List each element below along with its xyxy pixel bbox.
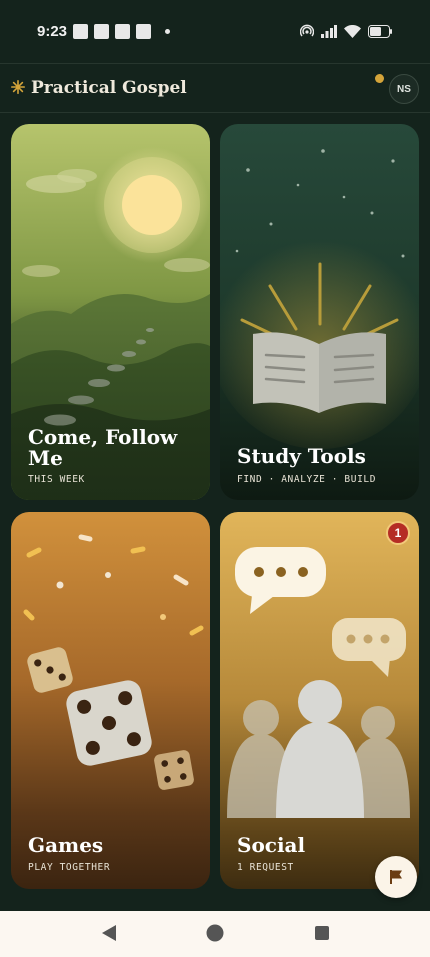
notification-badge: 1 [386, 521, 410, 545]
status-bar: 9:23 [0, 0, 430, 62]
status-time: 9:23 [37, 23, 68, 40]
card-subtitle: 1 REQUEST [237, 862, 294, 873]
notification-icons [73, 24, 170, 39]
report-flag-button[interactable] [375, 856, 417, 898]
games-card[interactable]: Games PLAY TOGETHER [11, 512, 210, 889]
app-title: Practical Gospel [31, 78, 187, 98]
card-subtitle: PLAY TOGETHER [28, 862, 111, 873]
avatar[interactable]: NS [389, 74, 419, 104]
wifi-icon [344, 24, 361, 38]
dropbox-icon [94, 24, 109, 39]
card-subtitle: FIND · ANALYZE · BUILD [237, 474, 377, 485]
system-icons [300, 24, 392, 38]
amazon-icon [136, 24, 151, 39]
home-icon[interactable] [206, 923, 224, 943]
study-tools-card[interactable]: Study Tools FIND · ANALYZE · BUILD [220, 124, 419, 500]
system-navigation-bar [0, 911, 430, 957]
calendar-icon [115, 24, 130, 39]
come-follow-me-card[interactable]: Come, Follow Me THIS WEEK [11, 124, 210, 500]
ring-app-icon [73, 24, 88, 39]
recents-icon[interactable] [314, 923, 330, 943]
hotspot-icon [300, 24, 314, 37]
signal-icon [321, 24, 337, 38]
battery-icon [368, 24, 392, 38]
app-header: Practical Gospel NS [0, 63, 430, 113]
card-title: Social [237, 833, 306, 857]
flag-icon [390, 870, 402, 884]
notification-dot [375, 74, 384, 83]
card-title: Games [28, 833, 104, 857]
more-notifications-dot-icon [165, 29, 170, 34]
card-subtitle: THIS WEEK [28, 474, 85, 485]
sun-logo-icon [11, 80, 25, 94]
back-icon[interactable] [101, 923, 117, 943]
card-title: Come, Follow Me [28, 425, 178, 470]
card-title: Study Tools [237, 444, 366, 468]
social-card[interactable]: 1 Social 1 REQUEST [220, 512, 419, 889]
